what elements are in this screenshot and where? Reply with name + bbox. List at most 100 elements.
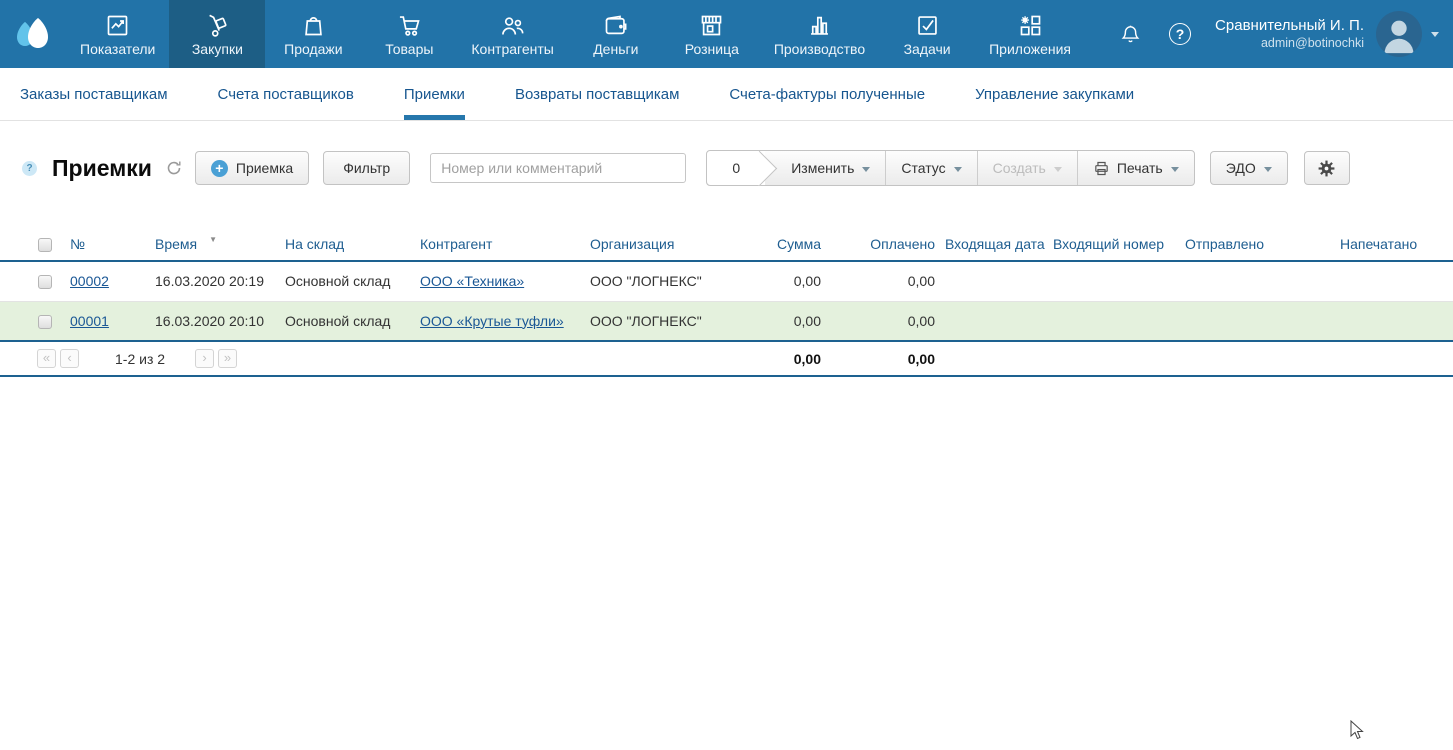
app-logo[interactable] xyxy=(0,0,66,68)
status-dropdown[interactable]: Статус xyxy=(885,151,976,185)
cell-sum: 0,00 xyxy=(755,301,823,341)
cell-time: 16.03.2020 20:10 xyxy=(155,301,285,341)
column-number[interactable]: № xyxy=(70,228,155,261)
tasks-icon xyxy=(914,12,941,39)
column-printed[interactable]: Напечатано xyxy=(1320,228,1453,261)
purchases-icon xyxy=(204,12,231,39)
print-dropdown[interactable]: Печать xyxy=(1077,151,1194,185)
notifications-bell-icon[interactable] xyxy=(1117,21,1143,47)
tab-supplier-orders[interactable]: Заказы поставщикам xyxy=(20,68,168,120)
help-icon[interactable]: ? xyxy=(1169,23,1191,45)
table-header-row: № Время▼ На склад Контрагент Организация… xyxy=(0,228,1453,261)
document-link[interactable]: 00002 xyxy=(70,273,109,289)
row-checkbox[interactable] xyxy=(38,275,52,289)
table-footer: 0,00 0,00 « ‹ 1-2 из 2 › » xyxy=(0,342,1453,377)
edo-dropdown[interactable]: ЭДО xyxy=(1210,151,1288,185)
nav-item-goods[interactable]: Товары xyxy=(361,0,457,68)
apps-icon xyxy=(1017,12,1044,39)
chevron-down-icon xyxy=(1171,167,1179,172)
create-dropdown-label: Создать xyxy=(993,160,1046,176)
cell-warehouse: Основной склад xyxy=(285,301,420,341)
document-link[interactable]: 00001 xyxy=(70,313,109,329)
create-receipt-button[interactable]: + Приемка xyxy=(195,151,309,185)
page-title: Приемки xyxy=(52,155,152,182)
contractor-link[interactable]: ООО «Крутые туфли» xyxy=(420,313,564,329)
tab-supplier-returns[interactable]: Возвраты поставщикам xyxy=(515,68,679,120)
tab-supplier-invoices[interactable]: Счета поставщиков xyxy=(218,68,354,120)
nav-item-purchases[interactable]: Закупки xyxy=(169,0,265,68)
cell-warehouse: Основной склад xyxy=(285,261,420,301)
column-organization[interactable]: Организация xyxy=(590,228,755,261)
production-icon xyxy=(806,12,833,39)
status-label: Статус xyxy=(901,160,945,176)
user-avatar[interactable] xyxy=(1376,11,1422,57)
nav-item-label: Контрагенты xyxy=(471,41,553,57)
column-incoming-number[interactable]: Входящий номер xyxy=(1053,228,1165,261)
nav-item-apps[interactable]: Приложения xyxy=(975,0,1085,68)
settings-button[interactable] xyxy=(1304,151,1350,185)
column-time[interactable]: Время▼ xyxy=(155,228,285,261)
last-page-button[interactable]: » xyxy=(218,349,237,368)
nav-item-sales[interactable]: Продажи xyxy=(265,0,361,68)
total-paid: 0,00 xyxy=(823,342,937,376)
person-icon xyxy=(1376,11,1422,57)
nav-item-money[interactable]: Деньги xyxy=(568,0,664,68)
nav-item-production[interactable]: Производство xyxy=(760,0,879,68)
nav-item-label: Показатели xyxy=(80,41,155,57)
row-checkbox[interactable] xyxy=(38,315,52,329)
cell-printed xyxy=(1320,301,1453,341)
cell-incoming-date xyxy=(937,261,1053,301)
nav-item-label: Розница xyxy=(685,41,739,57)
nav-item-tasks[interactable]: Задачи xyxy=(879,0,975,68)
cell-time: 16.03.2020 20:19 xyxy=(155,261,285,301)
table-row[interactable]: 00001 16.03.2020 20:10 Основной склад ОО… xyxy=(0,301,1453,341)
table-row[interactable]: 00002 16.03.2020 20:19 Основной склад ОО… xyxy=(0,261,1453,301)
nav-item-label: Приложения xyxy=(989,41,1071,57)
nav-item-indicators[interactable]: Показатели xyxy=(66,0,169,68)
cell-printed xyxy=(1320,261,1453,301)
gear-icon xyxy=(1317,159,1336,178)
nav-item-label: Задачи xyxy=(904,41,951,57)
user-menu[interactable]: Сравнительный И. П. admin@botinochki xyxy=(1215,17,1364,51)
chevron-down-icon xyxy=(954,167,962,172)
column-sum[interactable]: Сумма xyxy=(755,228,823,261)
contractor-link[interactable]: ООО «Техника» xyxy=(420,273,524,289)
next-page-button[interactable]: › xyxy=(195,349,214,368)
chevron-down-icon xyxy=(1054,167,1062,172)
change-dropdown[interactable]: Изменить xyxy=(765,151,885,185)
refresh-icon[interactable] xyxy=(166,160,182,176)
nav-item-contractors[interactable]: Контрагенты xyxy=(457,0,567,68)
nav-item-retail[interactable]: Розница xyxy=(664,0,760,68)
section-tabs: Заказы поставщикам Счета поставщиков При… xyxy=(0,68,1453,121)
tab-received-invoices[interactable]: Счета-фактуры полученные xyxy=(729,68,925,120)
indicators-icon xyxy=(104,12,131,39)
create-dropdown: Создать xyxy=(977,151,1077,185)
mouse-cursor xyxy=(1347,720,1367,742)
user-name: Сравнительный И. П. xyxy=(1215,17,1364,36)
column-contractor[interactable]: Контрагент xyxy=(420,228,590,261)
total-sum: 0,00 xyxy=(755,342,823,376)
goods-icon xyxy=(396,12,423,39)
user-menu-caret-icon[interactable] xyxy=(1431,32,1439,37)
column-warehouse[interactable]: На склад xyxy=(285,228,420,261)
chevron-down-icon xyxy=(1264,167,1272,172)
search-input[interactable] xyxy=(430,153,686,183)
column-time-label: Время xyxy=(155,236,197,252)
tab-purchase-management[interactable]: Управление закупками xyxy=(975,68,1134,120)
printer-icon xyxy=(1093,160,1110,177)
cell-paid: 0,00 xyxy=(823,261,937,301)
nav-item-label: Товары xyxy=(385,41,433,57)
column-incoming-date[interactable]: Входящая дата xyxy=(937,228,1053,261)
column-paid[interactable]: Оплачено xyxy=(823,228,937,261)
tab-receipts[interactable]: Приемки xyxy=(404,68,465,120)
select-all-checkbox[interactable] xyxy=(38,238,52,252)
cell-sum: 0,00 xyxy=(755,261,823,301)
filter-button[interactable]: Фильтр xyxy=(323,151,410,185)
column-sent[interactable]: Отправлено xyxy=(1165,228,1320,261)
retail-icon xyxy=(698,12,725,39)
print-label: Печать xyxy=(1117,160,1163,176)
prev-page-button[interactable]: ‹ xyxy=(60,349,79,368)
page-help-icon[interactable]: ? xyxy=(22,161,37,176)
first-page-button[interactable]: « xyxy=(37,349,56,368)
main-menu: Показатели Закупки Продажи Товары xyxy=(66,0,1085,68)
